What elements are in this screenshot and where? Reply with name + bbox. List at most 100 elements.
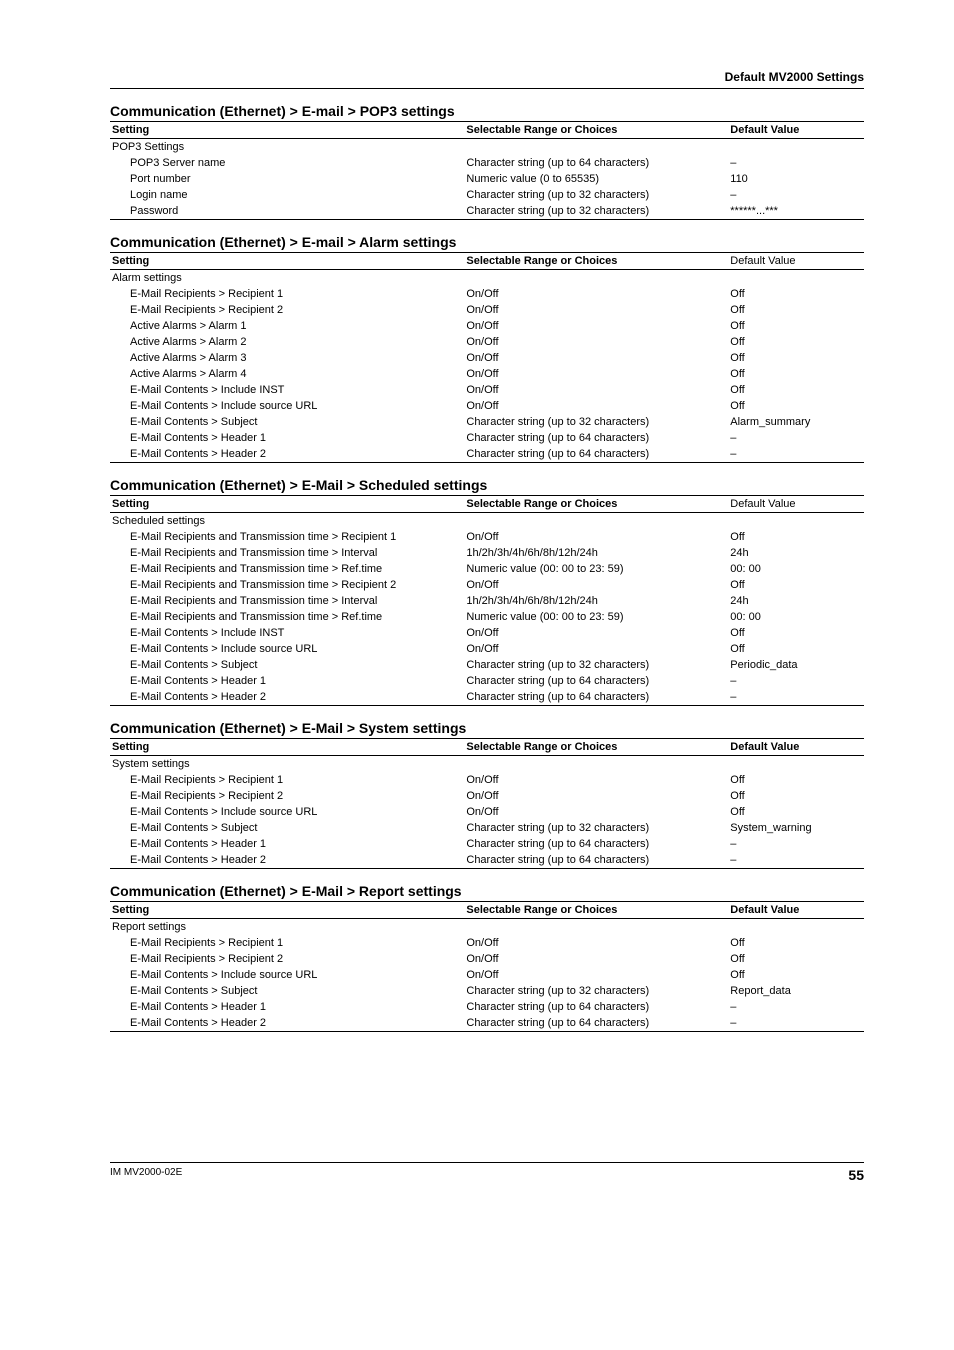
table-row: E-Mail Recipients and Transmission time … <box>110 561 864 577</box>
setting-range: Character string (up to 64 characters) <box>464 430 728 446</box>
table-row: Active Alarms > Alarm 1On/OffOff <box>110 318 864 334</box>
setting-default: Off <box>728 951 864 967</box>
setting-default: Off <box>728 804 864 820</box>
table-row: E-Mail Recipients > Recipient 2On/OffOff <box>110 788 864 804</box>
col-header-default: Default Value <box>728 739 864 756</box>
setting-range: Numeric value (00: 00 to 23: 59) <box>464 609 728 625</box>
setting-range: On/Off <box>464 318 728 334</box>
table-row: E-Mail Contents > Header 2Character stri… <box>110 689 864 706</box>
setting-name: E-Mail Contents > Header 2 <box>110 689 464 706</box>
col-header-range: Selectable Range or Choices <box>464 496 728 513</box>
setting-default: Off <box>728 366 864 382</box>
setting-name: Active Alarms > Alarm 1 <box>110 318 464 334</box>
setting-default: – <box>728 155 864 171</box>
setting-default: Alarm_summary <box>728 414 864 430</box>
group-label: Alarm settings <box>110 270 864 287</box>
table-row: E-Mail Recipients and Transmission time … <box>110 609 864 625</box>
setting-name: E-Mail Contents > Subject <box>110 820 464 836</box>
table-row: E-Mail Recipients and Transmission time … <box>110 593 864 609</box>
setting-name: Port number <box>110 171 464 187</box>
setting-name: E-Mail Contents > Include INST <box>110 625 464 641</box>
setting-range: Character string (up to 64 characters) <box>464 673 728 689</box>
setting-name: E-Mail Contents > Header 2 <box>110 852 464 869</box>
section-title: Communication (Ethernet) > E-mail > POP3… <box>110 103 864 119</box>
setting-range: On/Off <box>464 788 728 804</box>
setting-name: E-Mail Recipients and Transmission time … <box>110 561 464 577</box>
setting-range: Character string (up to 64 characters) <box>464 836 728 852</box>
table-row: E-Mail Contents > Header 1Character stri… <box>110 430 864 446</box>
setting-range: On/Off <box>464 577 728 593</box>
col-header-setting: Setting <box>110 122 464 139</box>
setting-default: Off <box>728 302 864 318</box>
section-title: Communication (Ethernet) > E-mail > Alar… <box>110 234 864 250</box>
table-row: E-Mail Contents > Header 1Character stri… <box>110 673 864 689</box>
setting-range: On/Off <box>464 302 728 318</box>
group-row: Report settings <box>110 919 864 936</box>
setting-default: – <box>728 446 864 463</box>
setting-name: E-Mail Contents > Include source URL <box>110 398 464 414</box>
footer-page-number: 55 <box>848 1167 864 1183</box>
setting-name: E-Mail Recipients > Recipient 1 <box>110 772 464 788</box>
table-row: E-Mail Recipients and Transmission time … <box>110 529 864 545</box>
setting-default: Off <box>728 772 864 788</box>
setting-default: Periodic_data <box>728 657 864 673</box>
table-row: E-Mail Contents > Header 2Character stri… <box>110 1015 864 1032</box>
setting-range: On/Off <box>464 772 728 788</box>
setting-range: On/Off <box>464 641 728 657</box>
table-row: E-Mail Contents > Include source URLOn/O… <box>110 398 864 414</box>
setting-range: Character string (up to 32 characters) <box>464 983 728 999</box>
col-header-range: Selectable Range or Choices <box>464 739 728 756</box>
table-row: E-Mail Recipients > Recipient 2On/OffOff <box>110 302 864 318</box>
group-row: POP3 Settings <box>110 139 864 156</box>
table-row: E-Mail Recipients > Recipient 2On/OffOff <box>110 951 864 967</box>
section-title: Communication (Ethernet) > E-Mail > Sche… <box>110 477 864 493</box>
col-header-setting: Setting <box>110 902 464 919</box>
setting-range: Character string (up to 64 characters) <box>464 155 728 171</box>
setting-range: Character string (up to 64 characters) <box>464 1015 728 1032</box>
setting-name: E-Mail Recipients > Recipient 1 <box>110 286 464 302</box>
setting-range: Character string (up to 32 characters) <box>464 203 728 220</box>
setting-name: E-Mail Contents > Header 1 <box>110 836 464 852</box>
setting-default: Off <box>728 625 864 641</box>
table-row: E-Mail Contents > Header 1Character stri… <box>110 836 864 852</box>
setting-name: E-Mail Recipients and Transmission time … <box>110 545 464 561</box>
setting-range: Character string (up to 64 characters) <box>464 446 728 463</box>
col-header-setting: Setting <box>110 739 464 756</box>
table-row: E-Mail Recipients > Recipient 1On/OffOff <box>110 935 864 951</box>
group-label: System settings <box>110 756 864 773</box>
setting-range: Character string (up to 32 characters) <box>464 414 728 430</box>
setting-name: E-Mail Contents > Header 2 <box>110 1015 464 1032</box>
setting-default: Off <box>728 286 864 302</box>
setting-range: 1h/2h/3h/4h/6h/8h/12h/24h <box>464 545 728 561</box>
setting-name: E-Mail Contents > Subject <box>110 657 464 673</box>
setting-default: 24h <box>728 545 864 561</box>
col-header-setting: Setting <box>110 496 464 513</box>
table-row: E-Mail Contents > SubjectCharacter strin… <box>110 414 864 430</box>
setting-name: E-Mail Contents > Subject <box>110 983 464 999</box>
setting-name: Active Alarms > Alarm 4 <box>110 366 464 382</box>
table-row: E-Mail Contents > SubjectCharacter strin… <box>110 657 864 673</box>
setting-name: Login name <box>110 187 464 203</box>
setting-default: Off <box>728 350 864 366</box>
setting-range: On/Off <box>464 951 728 967</box>
setting-range: Character string (up to 32 characters) <box>464 657 728 673</box>
setting-range: Numeric value (0 to 65535) <box>464 171 728 187</box>
setting-range: On/Off <box>464 350 728 366</box>
group-label: Report settings <box>110 919 864 936</box>
setting-range: On/Off <box>464 382 728 398</box>
setting-default: Off <box>728 788 864 804</box>
setting-range: Numeric value (00: 00 to 23: 59) <box>464 561 728 577</box>
setting-default: – <box>728 673 864 689</box>
setting-range: On/Off <box>464 398 728 414</box>
setting-range: On/Off <box>464 935 728 951</box>
setting-name: Active Alarms > Alarm 2 <box>110 334 464 350</box>
table-row: E-Mail Recipients and Transmission time … <box>110 577 864 593</box>
group-row: Alarm settings <box>110 270 864 287</box>
setting-name: E-Mail Recipients and Transmission time … <box>110 593 464 609</box>
setting-name: E-Mail Recipients > Recipient 2 <box>110 951 464 967</box>
col-header-default: Default Value <box>728 122 864 139</box>
setting-name: E-Mail Contents > Header 1 <box>110 999 464 1015</box>
group-row: System settings <box>110 756 864 773</box>
setting-default: ******...*** <box>728 203 864 220</box>
setting-name: POP3 Server name <box>110 155 464 171</box>
